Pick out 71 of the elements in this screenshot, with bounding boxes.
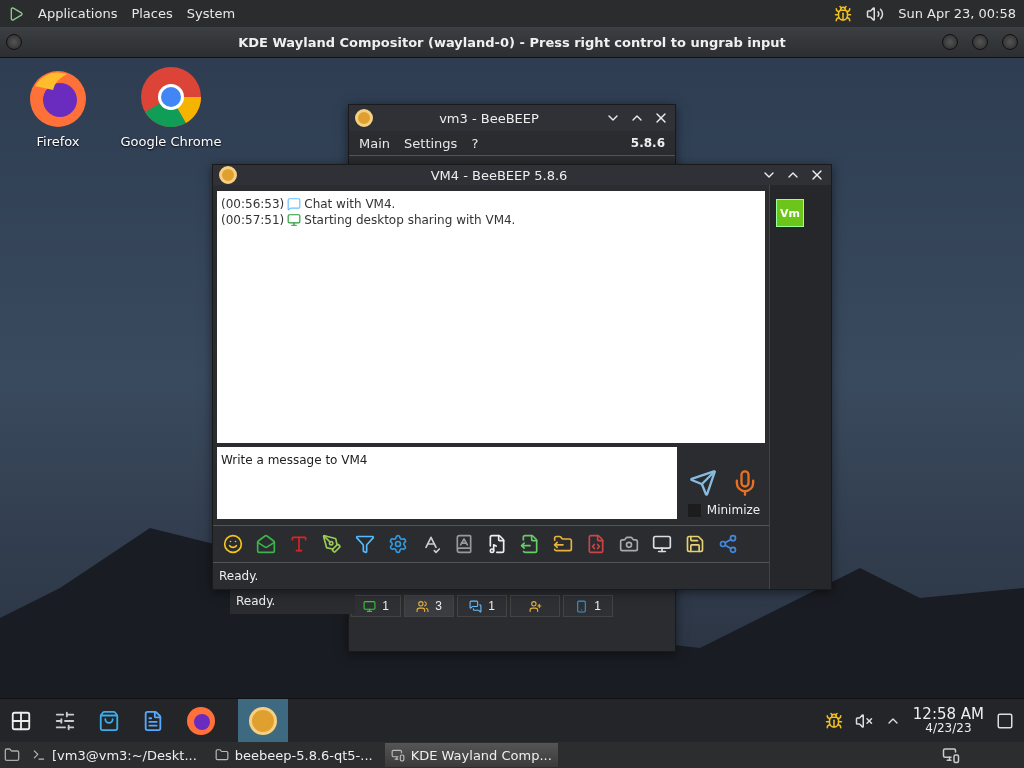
muted-speaker-icon[interactable] (854, 711, 873, 730)
status-text: Ready. (218, 568, 260, 585)
menu-item[interactable]: Places (131, 6, 173, 21)
settings-icon (388, 534, 408, 554)
folder-icon[interactable] (4, 747, 20, 763)
people-icon (416, 599, 430, 613)
bag-icon[interactable] (98, 709, 120, 732)
screen-icon (363, 599, 377, 613)
envelope-icon (256, 534, 276, 554)
tab[interactable]: 1 (351, 595, 401, 617)
menu-item[interactable]: System (186, 6, 236, 21)
share-icon (718, 534, 738, 554)
clock-time[interactable]: 12:58 AM (912, 707, 984, 722)
window-title: KDE Wayland Compositor (wayland-0) - Press right control to ungrab input (238, 34, 786, 50)
code-file-icon (586, 534, 606, 554)
sliders-icon[interactable] (54, 709, 76, 732)
screen-icon (652, 534, 672, 554)
task-button[interactable]: [vm3@vm3:~/Deskt... (26, 743, 203, 767)
task-button[interactable]: KDE Wayland Comp... (384, 743, 558, 767)
music-file-icon (487, 534, 507, 554)
file-export-icon (520, 534, 540, 554)
tab[interactable]: 1 (563, 595, 613, 617)
menu-item[interactable]: Applications (38, 6, 118, 21)
font-icon (289, 534, 309, 554)
message-time: (00:56:53) (221, 197, 285, 211)
menu-item[interactable]: ? (471, 135, 479, 151)
app-logo-icon (355, 109, 373, 127)
desktop-icon-label[interactable]: Firefox (36, 134, 80, 149)
status-text: Ready. (230, 588, 356, 614)
chat-bubbles-icon (469, 599, 483, 613)
folder-export-icon (553, 534, 573, 554)
launcher-icon[interactable] (10, 709, 32, 732)
minimize-checkbox[interactable]: Minimize (687, 503, 761, 517)
terminal-icon (32, 748, 46, 762)
save-icon (685, 534, 705, 554)
send-icon[interactable] (689, 469, 717, 497)
desktop-icon-label[interactable]: Google Chrome (120, 134, 222, 149)
clock[interactable]: Sun Apr 23, 00:58 (898, 6, 1016, 21)
message-text: Starting desktop sharing with VM4. (304, 213, 516, 227)
speech-bubble-icon (287, 197, 302, 211)
window-icon[interactable] (942, 746, 960, 764)
camera-icon (619, 534, 639, 554)
window-title: vm3 - BeeBEEP (438, 110, 540, 126)
smiley-icon (223, 534, 243, 554)
window-title: VM4 - BeeBEEP 5.8.6 (429, 167, 569, 183)
app-button[interactable] (238, 698, 288, 743)
show-desktop-icon[interactable] (996, 711, 1014, 730)
app-logo-icon (219, 166, 237, 184)
document-icon[interactable] (142, 709, 164, 732)
tab[interactable]: 1 (457, 595, 507, 617)
clock-date[interactable]: 4/23/23 (925, 722, 972, 734)
menu-item[interactable]: Settings (404, 135, 458, 151)
folder-icon (214, 748, 229, 762)
browser-icon[interactable] (140, 66, 202, 128)
version-label: 5.8.6 (630, 136, 665, 150)
tab[interactable]: 3 (404, 595, 454, 617)
message-text: Chat with VM4. (304, 197, 396, 211)
add-user-icon (528, 599, 542, 613)
message-input[interactable]: Write a message to VM4 (217, 447, 677, 519)
tab[interactable] (510, 595, 560, 617)
phone-icon (575, 599, 589, 613)
menu-item[interactable]: Main (359, 135, 391, 151)
message-time: (00:57:51) (221, 213, 285, 227)
funnel-icon (355, 534, 375, 554)
screen-icon (287, 213, 302, 227)
book-icon (454, 534, 474, 554)
pen-icon (322, 534, 342, 554)
window-icon (390, 748, 405, 762)
speaker-icon[interactable] (866, 4, 885, 23)
task-button[interactable]: beebeep-5.8.6-qt5-... (208, 743, 379, 767)
fox-browser-icon[interactable] (186, 705, 216, 736)
